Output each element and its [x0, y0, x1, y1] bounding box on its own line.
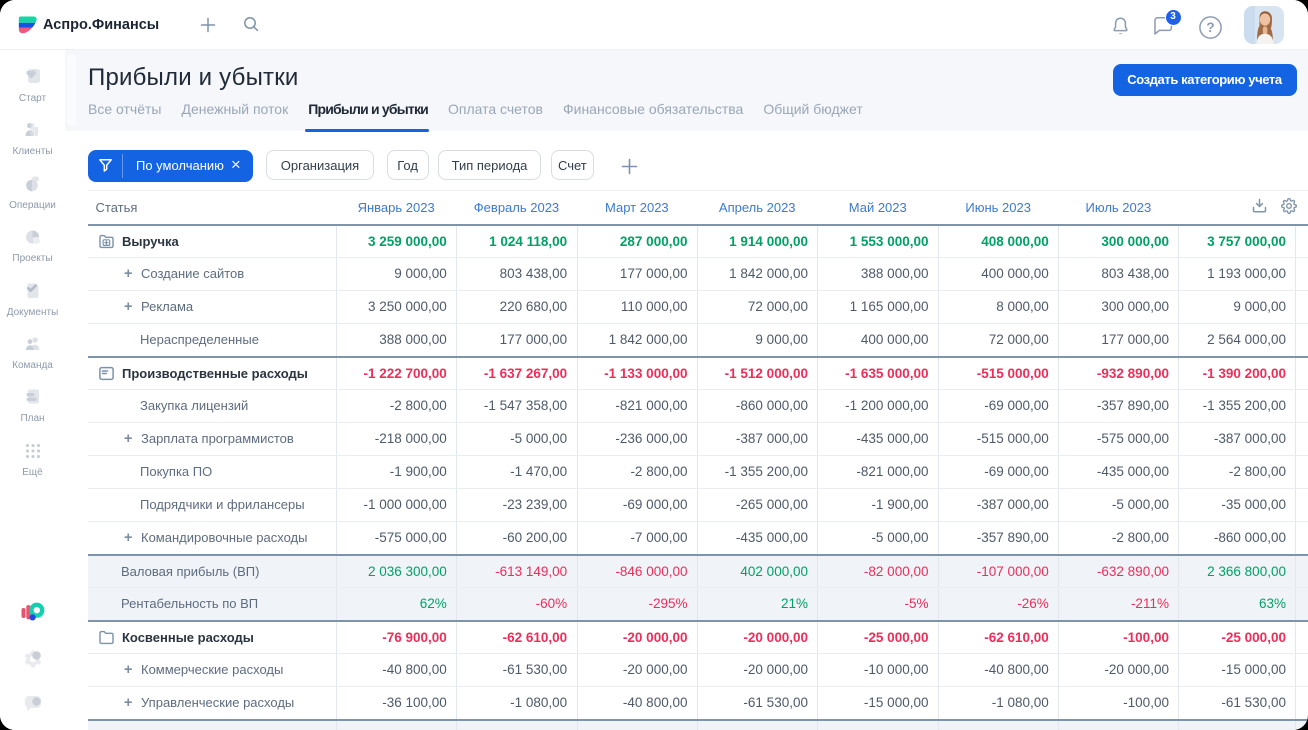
svg-text:?: ?	[1206, 20, 1214, 35]
